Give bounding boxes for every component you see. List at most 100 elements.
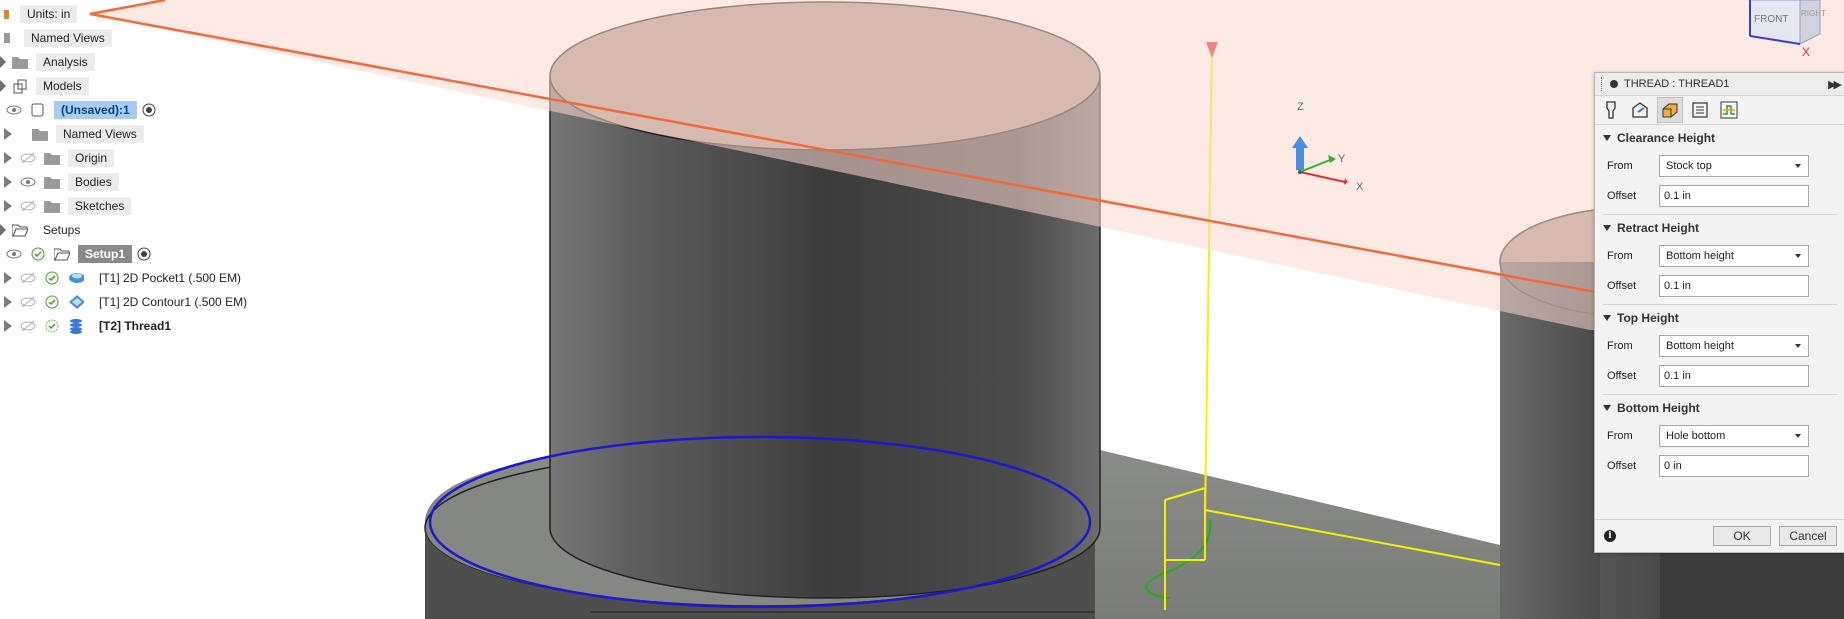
tree-setups[interactable]: Setups [0,220,87,240]
cancel-button[interactable]: Cancel [1779,526,1837,546]
tree-thread1[interactable]: [T2] Thread1 [4,316,178,336]
select-value: Bottom height [1666,340,1734,352]
dialog-header[interactable]: THREAD : THREAD1 ▶▶ [1595,73,1844,96]
select-value: Hole bottom [1666,430,1726,442]
info-icon[interactable]: i [1604,530,1616,542]
section-header[interactable]: Bottom Height [1595,395,1844,421]
dropdown-caret-icon [1795,164,1801,168]
eye-icon[interactable] [6,246,22,262]
from-label: From [1607,250,1633,262]
eye-hidden-icon[interactable] [20,198,36,214]
field-row: From Bottom height [1595,241,1844,271]
pocket-operation-icon [68,270,84,286]
top-from-select[interactable]: Bottom height [1659,335,1809,357]
tree-contour1[interactable]: [T1] 2D Contour1 (.500 EM) [4,292,254,312]
expand-arrow-icon[interactable] [0,224,6,236]
expand-arrow-icon[interactable] [4,176,12,188]
expand-arrow-icon[interactable] [0,80,6,92]
folder-icon [32,126,48,142]
expand-arrow-icon[interactable] [4,272,12,284]
expand-arrow-icon[interactable] [4,320,12,332]
offset-label: Offset [1607,370,1637,382]
dropdown-caret-icon [1795,254,1801,258]
tree-origin[interactable]: Origin [4,148,115,168]
bottom-from-select[interactable]: Hole bottom [1659,425,1809,447]
clearance-from-select[interactable]: Stock top [1659,155,1809,177]
top-offset-input[interactable] [1659,365,1809,387]
section-title: Retract Height [1617,221,1700,235]
from-label: From [1607,340,1633,352]
offset-label: Offset [1607,280,1637,292]
tree-models[interactable]: Models [0,76,89,96]
expand-arrow-icon[interactable] [4,128,12,140]
tree-pocket1[interactable]: [T1] 2D Pocket1 (.500 EM) [4,268,248,288]
tree-analysis[interactable]: Analysis [0,52,95,72]
expand-arrow-icon[interactable] [4,200,12,212]
expand-dialog-icon[interactable]: ▶▶ [1828,78,1842,91]
collapse-arrow-icon[interactable] [1603,315,1611,321]
heights-icon [1662,103,1678,118]
axis-y-label: Y [1338,153,1346,165]
offset-label: Offset [1607,460,1637,472]
tree-sketches[interactable]: Sketches [4,196,132,216]
eye-hidden-icon[interactable] [20,318,36,334]
tree-bodies[interactable]: Bodies [4,172,119,192]
folder-icon [12,54,28,70]
expand-arrow-icon[interactable] [0,56,6,68]
check-icon [44,270,60,286]
clearance-offset-input[interactable] [1659,185,1809,207]
tree-setup1[interactable]: Setup1 [6,244,160,264]
from-label: From [1607,430,1633,442]
folder-icon [44,198,60,214]
tab-tool[interactable] [1599,98,1623,122]
select-value: Stock top [1666,160,1712,172]
eye-icon[interactable] [20,174,36,190]
retract-from-select[interactable]: Bottom height [1659,245,1809,267]
thread-dialog: THREAD : THREAD1 ▶▶ Clearance Height Fro… [1594,72,1844,553]
dropdown-caret-icon [1795,344,1801,348]
retract-offset-input[interactable] [1659,275,1809,297]
passes-icon [1692,102,1708,118]
units-label: Units: in [20,5,78,23]
section-title: Clearance Height [1617,131,1716,145]
tab-linking[interactable] [1717,98,1741,122]
section-retract-height: Retract Height From Bottom height Offset [1595,215,1844,305]
tab-heights[interactable] [1657,97,1683,123]
tool-icon [1606,101,1616,119]
expand-arrow-icon[interactable] [4,152,12,164]
3d-viewport[interactable]: Z Y X FRONT RIGHT X [0,0,1844,619]
offset-label: Offset [1607,190,1637,202]
tab-passes[interactable] [1688,98,1712,122]
tree-item-label: Named Views [56,125,144,143]
bottom-offset-input[interactable] [1659,455,1809,477]
drag-handle-icon[interactable] [1601,77,1606,91]
collapse-arrow-icon[interactable] [1603,405,1611,411]
eye-hidden-icon[interactable] [20,270,36,286]
section-header[interactable]: Top Height [1595,305,1844,331]
eye-hidden-icon[interactable] [20,294,36,310]
tab-geometry[interactable] [1628,98,1652,122]
section-title: Bottom Height [1617,401,1700,415]
section-header[interactable]: Clearance Height [1595,125,1844,151]
activate-radio-icon[interactable] [136,246,152,262]
ok-button[interactable]: OK [1713,526,1771,546]
eye-hidden-icon[interactable] [20,150,36,166]
from-label: From [1607,160,1633,172]
field-row: Offset [1595,361,1844,391]
tree-named-views-top[interactable]: Named Views [0,28,112,48]
tree-item-label: Models [36,77,89,95]
field-row: From Hole bottom [1595,421,1844,451]
expand-arrow-icon[interactable] [4,296,12,308]
tree-named-views[interactable]: Named Views [4,124,144,144]
collapse-arrow-icon[interactable] [1603,135,1611,141]
check-icon [44,294,60,310]
model-canvas[interactable]: Z Y X FRONT RIGHT X [0,0,1844,619]
eye-icon[interactable] [6,102,22,118]
collapse-arrow-icon[interactable] [1603,225,1611,231]
activate-radio-icon[interactable] [141,102,157,118]
tree-item-label: Setups [43,223,81,237]
tree-item-label: Setup1 [78,245,133,263]
units-row[interactable]: Units: in [0,4,78,24]
tree-unsaved-model[interactable]: (Unsaved):1 [6,100,165,120]
section-header[interactable]: Retract Height [1595,215,1844,241]
